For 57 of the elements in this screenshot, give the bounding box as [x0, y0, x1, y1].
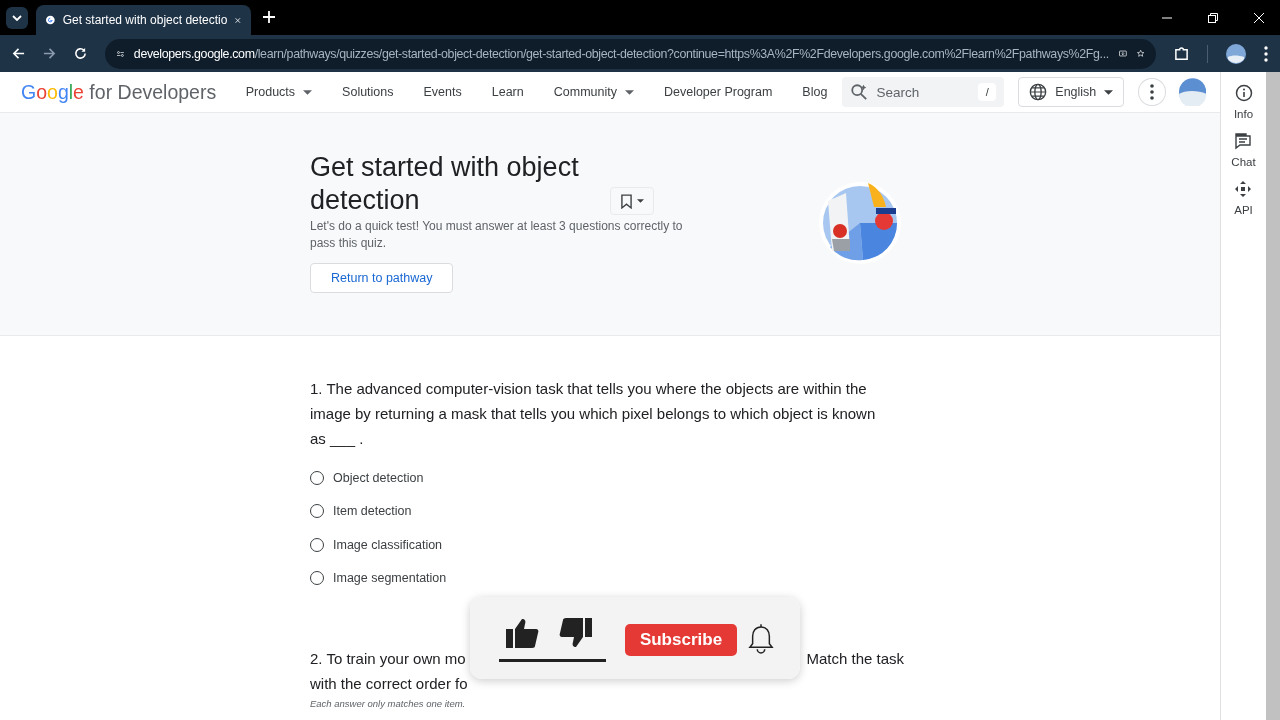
close-icon[interactable]	[235, 15, 241, 25]
question-text: 2. To train your own mo	[310, 649, 466, 669]
forward-icon[interactable]	[43, 47, 56, 60]
bookmark-icon	[620, 193, 632, 209]
option-label: Image classification	[333, 537, 443, 552]
tab-title: Get started with object detectio	[62, 13, 228, 27]
chevron-down-icon	[12, 15, 22, 21]
nav-link[interactable]: Products	[230, 85, 328, 99]
side-panel-tab[interactable]: API	[1234, 180, 1253, 216]
nav-link[interactable]: Solutions	[327, 85, 409, 99]
caret-icon	[1104, 89, 1114, 95]
api-icon	[1234, 180, 1253, 198]
address-bar[interactable]: developers.google.com/learn/pathways/quizzes/get-started-object-detection/get-started-object-detection?continue=https%3A%2F%2Fdevelopers.google.com%2Flearn%2Fpathways%2Fg...	[105, 38, 1156, 69]
info-icon	[1234, 84, 1253, 102]
tab-list-button[interactable]	[6, 7, 28, 29]
globe-icon	[1029, 83, 1048, 101]
scrollbar[interactable]	[1266, 72, 1280, 720]
restore-icon[interactable]	[1208, 12, 1218, 23]
extensions-icon[interactable]	[1174, 46, 1189, 61]
shortcut-key: /	[978, 83, 997, 101]
subscribe-button[interactable]: Subscribe	[625, 624, 737, 656]
more-button[interactable]	[1138, 78, 1166, 106]
question-text: Match the task	[806, 649, 904, 669]
language-button[interactable]: English	[1018, 77, 1125, 107]
page-title: Get started with object detection	[310, 151, 580, 217]
option-label: Object detection	[333, 470, 424, 485]
option-label: Item detection	[333, 504, 412, 519]
thumbs-down-icon[interactable]	[558, 618, 592, 648]
reload-icon[interactable]	[74, 47, 87, 60]
return-button[interactable]: Return to pathway	[310, 263, 454, 293]
url-text: developers.google.com/learn/pathways/quizzes/get-started-object-detection/get-started-object-detection?continue=https%3A%2F%2Fdevelopers.google.com%2Flearn%2Fpathways%2Fg...	[133, 46, 1109, 61]
nav-link[interactable]: Community	[538, 85, 649, 99]
caret-icon	[636, 199, 644, 203]
description-text: Let's do a quick test! You must answer at least 3 questions correctly to pass this quiz.	[310, 218, 684, 251]
avatar-icon[interactable]	[1226, 43, 1246, 64]
nav-link[interactable]: Learn	[476, 85, 539, 99]
side-panel-tab[interactable]: Chat	[1231, 132, 1256, 168]
question-text: with the correct order fo	[310, 674, 468, 694]
nav-link[interactable]: Events	[408, 85, 477, 99]
google-icon	[46, 13, 55, 27]
browser-tab[interactable]: Get started with object detectio	[36, 5, 251, 35]
bell-icon[interactable]	[748, 624, 774, 654]
close-icon[interactable]	[1254, 12, 1264, 23]
nav-link[interactable]: Developer Program	[648, 85, 788, 99]
site-logo[interactable]: Google for Developers	[21, 80, 231, 104]
bookmark-button[interactable]	[610, 187, 654, 215]
option-label: Image segmentation	[333, 571, 447, 586]
chat-icon	[1234, 132, 1253, 150]
question-text: 1. The advanced computer-vision task that tells you where the objects are within the image by returning a mask that tells you which pixel belongs to which object is known as ___ .	[310, 379, 877, 449]
more-icon[interactable]	[1264, 45, 1268, 62]
nav-link[interactable]: Blog	[787, 85, 843, 99]
hint-text: Each answer only matches one item.	[310, 698, 467, 709]
more-icon	[1150, 84, 1154, 100]
side-panel-tab[interactable]: Info	[1233, 84, 1254, 120]
thumbs-up-icon[interactable]	[506, 618, 540, 648]
back-icon[interactable]	[12, 47, 25, 60]
new-tab-icon[interactable]	[263, 11, 275, 23]
